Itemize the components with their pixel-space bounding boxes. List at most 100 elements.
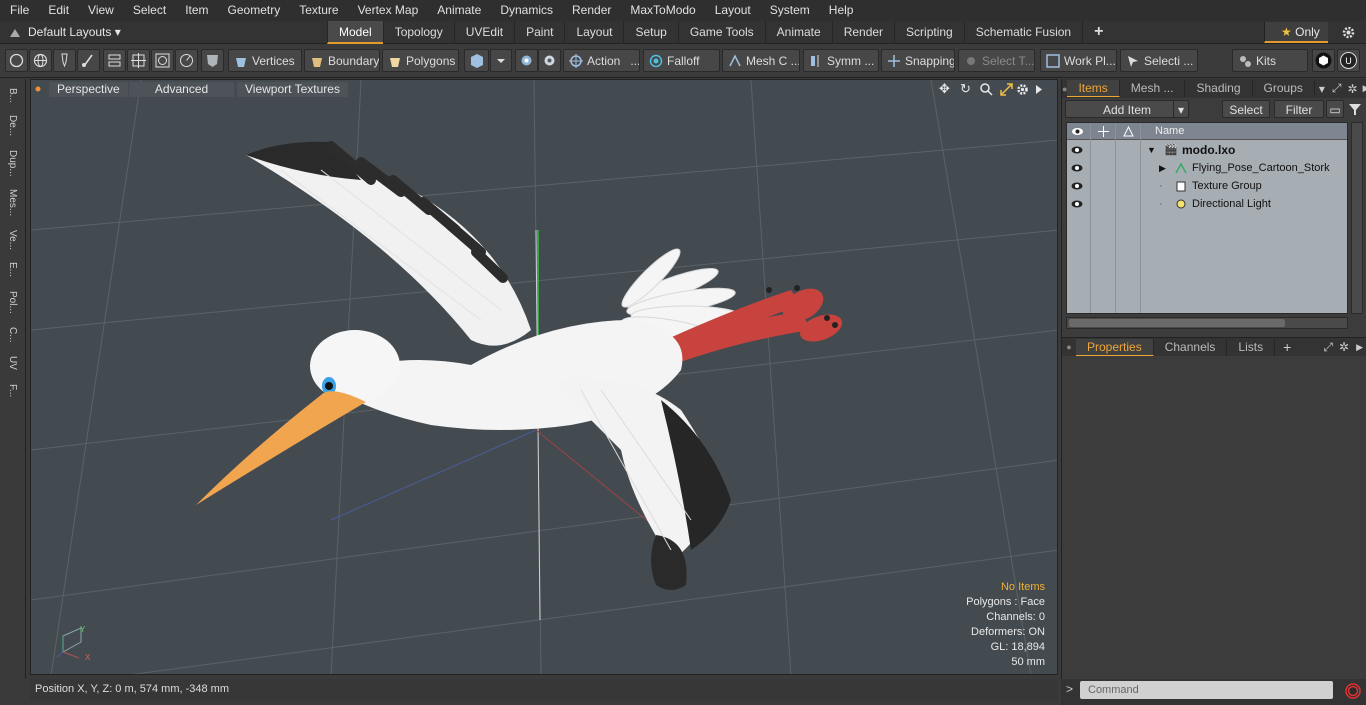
tab-scripting[interactable]: Scripting <box>894 21 964 44</box>
filter-icon[interactable] <box>1347 101 1363 117</box>
3d-viewport[interactable]: Y X Perspective Advanced Viewport Textur… <box>30 79 1058 675</box>
name-column-header[interactable]: Name <box>1155 123 1184 140</box>
expand-arrow-icon[interactable]: ▼ <box>1147 141 1156 159</box>
vtab-basic[interactable]: B... <box>4 83 21 109</box>
tree-vertical-scrollbar[interactable] <box>1351 122 1363 314</box>
pan-icon[interactable]: ✥ <box>939 81 950 97</box>
gear-icon[interactable]: ✲ <box>1345 82 1361 96</box>
tab-topology[interactable]: Topology <box>382 21 454 44</box>
eye-icon[interactable] <box>1071 180 1083 192</box>
maximize-icon[interactable] <box>1000 83 1013 96</box>
shield-button[interactable] <box>201 49 224 72</box>
menu-edit[interactable]: Edit <box>38 0 78 21</box>
expand-icon[interactable]: ⤢ <box>1329 81 1345 96</box>
vertices-button[interactable]: Vertices <box>228 49 302 72</box>
menu-select[interactable]: Select <box>123 0 175 21</box>
tab-mesh[interactable]: Mesh ... <box>1120 80 1186 97</box>
tab-items[interactable]: Items <box>1067 80 1120 97</box>
layout-arrow-icon[interactable] <box>9 27 21 38</box>
tree-row-scene[interactable]: ▼ 🎬 modo.lxo <box>1067 141 1347 159</box>
perspective-button[interactable]: Perspective <box>49 82 128 97</box>
tab-schematic-fusion[interactable]: Schematic Fusion <box>963 21 1082 44</box>
snap-shield-button[interactable] <box>538 49 561 72</box>
only-button[interactable]: ★ Only <box>1264 22 1328 43</box>
vtab-fusion[interactable]: F... <box>4 377 21 405</box>
globe-button[interactable] <box>29 49 52 72</box>
add-item-dropdown[interactable]: ▾ <box>1173 100 1189 118</box>
tab-properties[interactable]: Properties <box>1076 338 1154 356</box>
vtab-duplicate[interactable]: Dup... <box>4 145 21 181</box>
menu-animate[interactable]: Animate <box>427 0 490 21</box>
menu-dynamics[interactable]: Dynamics <box>490 0 562 21</box>
tab-game-tools[interactable]: Game Tools <box>677 21 765 44</box>
selection-sets-button[interactable]: Selecti ... <box>1120 49 1198 72</box>
rotate-icon[interactable]: ↻ <box>960 81 971 97</box>
scale-button[interactable] <box>175 49 198 72</box>
cube-view-button[interactable] <box>1312 49 1335 72</box>
menu-maxtomodo[interactable]: MaxToModo <box>620 0 704 21</box>
tab-setup[interactable]: Setup <box>623 21 677 44</box>
tab-channels[interactable]: Channels <box>1154 338 1228 356</box>
mesh-constraint-button[interactable]: Mesh C ... <box>722 49 800 72</box>
menu-texture[interactable]: Texture <box>289 0 347 21</box>
expand-icon[interactable]: ⤢ <box>1320 340 1336 355</box>
menu-file[interactable]: File <box>0 0 38 21</box>
tab-render[interactable]: Render <box>831 21 894 44</box>
vtab-curve[interactable]: C... <box>4 321 21 349</box>
layout-selector[interactable]: Default Layouts ▾ <box>28 24 121 41</box>
gear-icon[interactable] <box>1341 25 1356 40</box>
add-tab-button[interactable]: + <box>1082 21 1114 44</box>
work-plane-button[interactable]: Work Pl... <box>1040 49 1117 72</box>
advanced-button[interactable]: Advanced <box>129 82 234 97</box>
tab-lists[interactable]: Lists <box>1227 338 1276 356</box>
menu-vertex-map[interactable]: Vertex Map <box>348 0 428 21</box>
zoom-icon[interactable] <box>980 83 993 96</box>
snap-gear-button[interactable] <box>515 49 538 72</box>
snapping-button[interactable]: Snapping <box>881 49 955 72</box>
tab-groups[interactable]: Groups <box>1253 80 1315 97</box>
select-button[interactable]: Select <box>1222 100 1270 118</box>
tab-paint[interactable]: Paint <box>514 21 564 44</box>
menu-help[interactable]: Help <box>819 0 863 21</box>
action-button[interactable]: Action ... <box>563 49 640 72</box>
menu-render[interactable]: Render <box>562 0 620 21</box>
pen-button[interactable] <box>53 49 76 72</box>
chevron-down-icon[interactable]: ▾ <box>1315 82 1329 96</box>
unreal-button[interactable]: U <box>1337 49 1360 72</box>
tree-row-texture-group[interactable]: · Texture Group <box>1067 177 1347 195</box>
eye-icon[interactable] <box>1071 162 1083 174</box>
tab-layout[interactable]: Layout <box>564 21 623 44</box>
menu-item[interactable]: Item <box>175 0 217 21</box>
tree-row-mesh[interactable]: ▶ Flying_Pose_Cartoon_Stork <box>1067 159 1347 177</box>
eye-icon[interactable] <box>1071 144 1083 156</box>
triangle-right-icon[interactable]: ▶ <box>1352 342 1366 353</box>
tab-model[interactable]: Model <box>327 21 383 44</box>
collapse-button[interactable]: ▭ <box>1326 100 1344 118</box>
eye-icon[interactable] <box>1071 198 1083 210</box>
gear-icon[interactable]: ✲ <box>1336 340 1352 354</box>
vtab-uv[interactable]: UV <box>4 351 21 375</box>
vtab-mesh-edit[interactable]: Mes... <box>4 185 21 221</box>
falloff-button[interactable]: Falloff <box>643 49 720 72</box>
menu-view[interactable]: View <box>78 0 123 21</box>
menu-layout[interactable]: Layout <box>705 0 760 21</box>
add-item-button[interactable]: Add Item <box>1065 100 1189 118</box>
vtab-vertex[interactable]: Ve... <box>4 225 21 255</box>
tab-shading[interactable]: Shading <box>1185 80 1253 97</box>
vtab-edge[interactable]: E... <box>4 257 21 283</box>
tree-horizontal-scrollbar[interactable] <box>1066 317 1348 329</box>
item-mode-dropdown[interactable] <box>490 49 512 72</box>
polygons-button[interactable]: Polygons <box>382 49 459 72</box>
select-circle-button[interactable] <box>5 49 28 72</box>
symmetry-button[interactable]: Symm ... <box>803 49 879 72</box>
transform-button[interactable] <box>103 49 126 72</box>
kits-button[interactable]: Kits <box>1232 49 1308 72</box>
filter-button[interactable]: Filter <box>1274 100 1324 118</box>
gear-icon[interactable] <box>1016 83 1029 96</box>
tree-row-directional-light[interactable]: · Directional Light <box>1067 195 1347 213</box>
command-input[interactable]: Command <box>1080 681 1333 699</box>
brush-button[interactable] <box>77 49 100 72</box>
item-mode-button[interactable] <box>464 49 489 72</box>
scene-canvas[interactable]: Y X <box>31 80 1058 675</box>
menu-system[interactable]: System <box>760 0 819 21</box>
